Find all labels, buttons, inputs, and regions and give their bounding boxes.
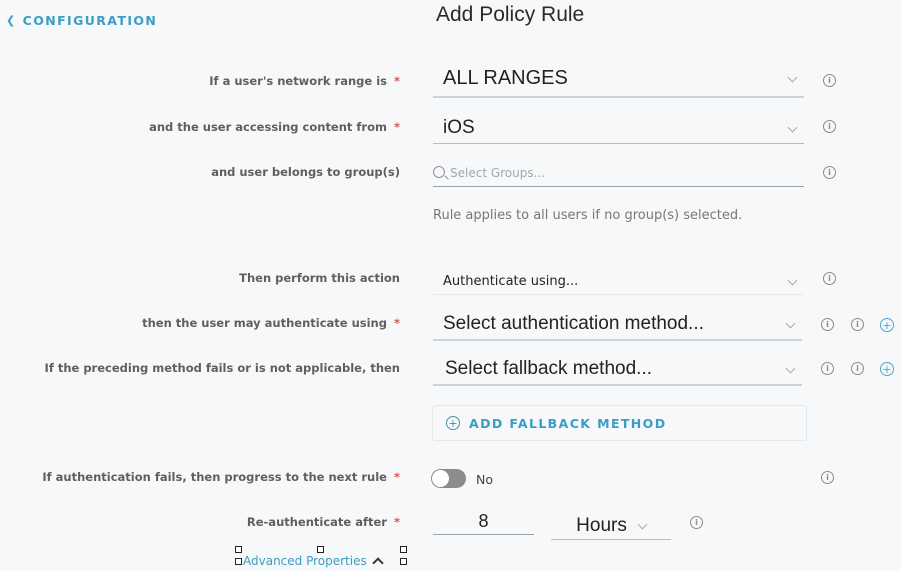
required-marker: * bbox=[393, 470, 400, 484]
label-text: If authentication fails, then progress t… bbox=[42, 470, 387, 484]
reauth-unit-value: Hours bbox=[576, 514, 627, 536]
label-text: then the user may authenticate using bbox=[142, 316, 387, 330]
groups-search-input[interactable] bbox=[450, 166, 770, 180]
reauth-value-input[interactable]: 8 bbox=[433, 511, 534, 535]
info-icon[interactable]: i bbox=[851, 362, 864, 375]
info-icon[interactable]: i bbox=[821, 362, 834, 375]
required-marker: * bbox=[393, 515, 400, 529]
required-marker: * bbox=[393, 316, 400, 330]
plus-circle-icon: + bbox=[446, 416, 460, 430]
auth-method-select[interactable]: Select authentication method... bbox=[433, 309, 802, 341]
page-title: Add Policy Rule bbox=[436, 3, 585, 26]
device-type-value: iOS bbox=[443, 117, 475, 138]
chevron-down-icon bbox=[785, 363, 796, 373]
next-rule-toggle[interactable] bbox=[431, 469, 466, 488]
auth-method-label: then the user may authenticate using * bbox=[142, 316, 400, 330]
back-link-label: CONFIGURATION bbox=[22, 13, 158, 28]
chevron-up-icon bbox=[372, 557, 384, 569]
chevron-down-icon bbox=[785, 318, 796, 328]
network-range-select[interactable]: ALL RANGES bbox=[433, 60, 804, 98]
groups-label: and user belongs to group(s) bbox=[211, 165, 400, 179]
chevron-down-icon bbox=[637, 519, 648, 530]
advanced-properties-toggle[interactable]: Advanced Properties bbox=[243, 554, 384, 569]
add-auth-method-icon[interactable]: + bbox=[880, 318, 894, 332]
action-label: Then perform this action bbox=[239, 271, 400, 285]
back-to-configuration-link[interactable]: ❮ CONFIGURATION bbox=[6, 13, 157, 28]
selection-handle bbox=[317, 546, 324, 553]
info-icon[interactable]: i bbox=[851, 318, 864, 331]
toggle-state-label: No bbox=[476, 472, 493, 487]
selection-handle bbox=[235, 558, 242, 565]
groups-search-field[interactable] bbox=[433, 160, 804, 187]
info-icon[interactable]: i bbox=[690, 516, 703, 529]
network-range-label: If a user's network range is * bbox=[209, 74, 400, 88]
info-icon[interactable]: i bbox=[823, 272, 836, 285]
chevron-down-icon bbox=[787, 72, 798, 82]
reauth-unit-select[interactable]: Hours bbox=[551, 512, 671, 540]
groups-hint: Rule applies to all users if no group(s)… bbox=[433, 208, 743, 223]
chevron-down-icon bbox=[787, 122, 798, 132]
advanced-properties-label: Advanced Properties bbox=[243, 554, 367, 568]
label-text: If a user's network range is bbox=[209, 74, 387, 88]
search-icon bbox=[433, 165, 445, 178]
required-marker: * bbox=[393, 74, 400, 88]
chevron-down-icon bbox=[787, 275, 798, 285]
reauth-label: Re-authenticate after * bbox=[247, 515, 400, 529]
action-select[interactable]: Authenticate using... bbox=[433, 268, 804, 295]
device-type-select[interactable]: iOS bbox=[433, 113, 804, 144]
info-icon[interactable]: i bbox=[821, 471, 834, 484]
device-type-label: and the user accessing content from * bbox=[149, 120, 400, 134]
action-value: Authenticate using... bbox=[443, 273, 579, 289]
chevron-left-icon: ❮ bbox=[6, 14, 17, 27]
fallback-method-value: Select fallback method... bbox=[445, 358, 652, 379]
selection-handle bbox=[400, 558, 407, 565]
info-icon[interactable]: i bbox=[823, 120, 836, 133]
toggle-knob bbox=[432, 470, 449, 487]
network-range-value: ALL RANGES bbox=[443, 66, 568, 89]
add-fallback-icon[interactable]: + bbox=[880, 362, 894, 376]
fallback-method-select[interactable]: Select fallback method... bbox=[433, 354, 802, 386]
required-marker: * bbox=[393, 120, 400, 134]
info-icon[interactable]: i bbox=[823, 74, 836, 87]
info-icon[interactable]: i bbox=[823, 166, 836, 179]
info-icon[interactable]: i bbox=[821, 318, 834, 331]
add-fallback-method-button[interactable]: + ADD FALLBACK METHOD bbox=[432, 405, 807, 441]
selection-handle bbox=[400, 546, 407, 553]
selection-handle bbox=[235, 546, 242, 553]
label-text: Re-authenticate after bbox=[246, 515, 387, 529]
add-fallback-label: ADD FALLBACK METHOD bbox=[469, 415, 667, 431]
fallback-method-label: If the preceding method fails or is not … bbox=[44, 361, 400, 375]
label-text: and the user accessing content from bbox=[149, 120, 387, 134]
auth-method-value: Select authentication method... bbox=[443, 313, 704, 334]
next-rule-label: If authentication fails, then progress t… bbox=[42, 470, 400, 484]
